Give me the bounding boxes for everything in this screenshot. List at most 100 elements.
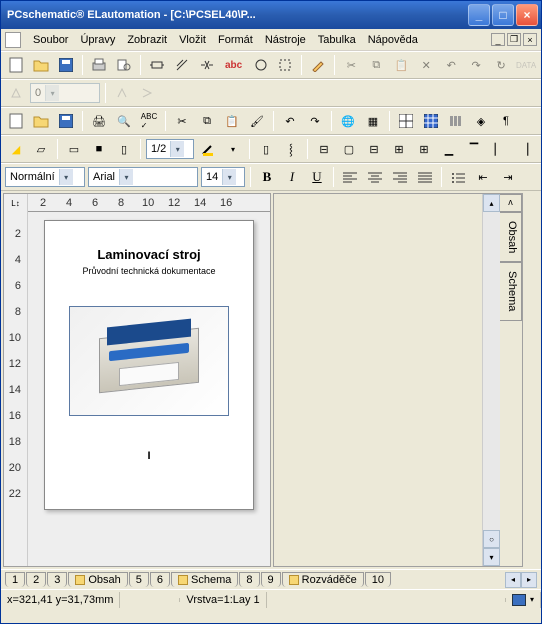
page-tab-3[interactable]: 3 [47, 572, 67, 587]
page-icon[interactable]: ▦ [362, 110, 384, 132]
scroll-circle-icon[interactable]: ○ [483, 530, 500, 548]
page-tab-8[interactable]: 8 [239, 572, 259, 587]
status-dd-icon[interactable]: ▾ [530, 595, 534, 604]
menu-soubor[interactable]: Soubor [27, 32, 74, 48]
outdent-icon[interactable]: ⇤ [472, 166, 494, 188]
scroll-track[interactable] [483, 212, 500, 530]
h-ruler[interactable]: 2 4 6 8 10 12 14 16 [28, 194, 270, 211]
new-file-icon[interactable] [5, 54, 27, 76]
brush-icon[interactable]: 🖌 [246, 110, 268, 132]
hscroll-left-icon[interactable]: ◂ [505, 572, 521, 588]
page-tab-9[interactable]: 9 [261, 572, 281, 587]
text-abc-icon[interactable]: abc [221, 54, 247, 76]
justify-icon[interactable] [414, 166, 436, 188]
highlight-icon[interactable]: ◢ [5, 138, 27, 160]
grid-icon[interactable] [420, 110, 442, 132]
border-h-icon[interactable]: ⊟ [363, 138, 385, 160]
system-menu-icon[interactable] [5, 32, 21, 48]
menu-zobrazit[interactable]: Zobrazit [121, 32, 173, 48]
right-canvas[interactable] [274, 194, 482, 566]
bullet-list-icon[interactable] [447, 166, 469, 188]
redo3-icon[interactable]: ↷ [304, 110, 326, 132]
window-close-button[interactable]: × [516, 4, 538, 26]
border-none-icon[interactable]: ⊟ [313, 138, 335, 160]
drawing-icon[interactable]: ◈ [470, 110, 492, 132]
rect-select-icon[interactable] [275, 54, 297, 76]
window-maximize-button[interactable]: □ [492, 4, 514, 26]
pen-dd-icon[interactable]: ▾ [222, 138, 244, 160]
columns-icon[interactable] [445, 110, 467, 132]
border-out-icon[interactable]: ▢ [338, 138, 360, 160]
menu-format[interactable]: Formát [212, 32, 259, 48]
vtab-obsah[interactable]: Obsah [500, 212, 522, 262]
hscroll-right-icon[interactable]: ▸ [521, 572, 537, 588]
page-tab-obsah[interactable]: Obsah [68, 572, 127, 587]
underline-button[interactable]: U [306, 166, 328, 188]
scale-combo[interactable]: 1/2 ▾ [146, 139, 194, 159]
dropdown-icon[interactable]: ▾ [170, 141, 184, 157]
menu-napoveda[interactable]: Nápověda [362, 32, 424, 48]
mdi-restore-button[interactable]: ❐ [507, 33, 521, 46]
open2-icon[interactable] [30, 110, 52, 132]
doc-image[interactable] [69, 306, 229, 416]
spellcheck-icon[interactable]: ABC✓ [138, 110, 160, 132]
right-scrollbar[interactable]: ▴ ○ ▾ [482, 194, 500, 566]
new2-icon[interactable] [5, 110, 27, 132]
v-ruler[interactable]: 2 4 6 8 10 12 14 16 18 20 22 [4, 212, 28, 566]
border-b-icon[interactable]: ▁ [438, 138, 460, 160]
undo2-icon[interactable]: ↶ [279, 110, 301, 132]
connection-icon[interactable] [196, 54, 218, 76]
print2-icon[interactable]: 🖨 [88, 110, 110, 132]
save2-icon[interactable] [55, 110, 77, 132]
align-center-icon[interactable] [364, 166, 386, 188]
menu-vlozit[interactable]: Vložit [173, 32, 212, 48]
italic-button[interactable]: I [281, 166, 303, 188]
print-icon[interactable] [88, 54, 110, 76]
solidrect-icon[interactable]: ■ [88, 138, 110, 160]
size-combo[interactable]: 14 ▾ [201, 167, 245, 187]
page-tab-10[interactable]: 10 [365, 572, 391, 587]
window-minimize-button[interactable]: _ [468, 4, 490, 26]
mdi-minimize-button[interactable]: _ [491, 33, 505, 46]
open-file-icon[interactable] [30, 54, 52, 76]
style-combo[interactable]: Normální ▾ [5, 167, 85, 187]
cut2-icon[interactable]: ✂ [171, 110, 193, 132]
scroll-up-icon[interactable]: ▴ [483, 194, 500, 212]
align-left-icon[interactable] [339, 166, 361, 188]
doc-icon[interactable]: ▯ [255, 138, 277, 160]
page-tab-1[interactable]: 1 [5, 572, 25, 587]
border-l-icon[interactable]: ▏ [488, 138, 510, 160]
menu-upravy[interactable]: Úpravy [74, 32, 121, 48]
scroll-down-icon[interactable]: ▾ [483, 548, 500, 566]
pencil-icon[interactable] [307, 54, 329, 76]
pagebreak-icon[interactable]: ⸾ [280, 138, 302, 160]
table-icon[interactable] [395, 110, 417, 132]
page-canvas[interactable]: Laminovací stroj Průvodní technická doku… [28, 212, 270, 566]
save-icon[interactable] [55, 54, 77, 76]
page-tab-2[interactable]: 2 [26, 572, 46, 587]
preview2-icon[interactable]: 🔍 [113, 110, 135, 132]
rects-icon[interactable]: ▯ [113, 138, 135, 160]
font-combo[interactable]: Arial ▾ [88, 167, 198, 187]
copy2-icon[interactable]: ⧉ [196, 110, 218, 132]
globe-icon[interactable]: 🌐 [337, 110, 359, 132]
component-icon[interactable] [146, 54, 168, 76]
eraser-icon[interactable]: ▱ [30, 138, 52, 160]
border-all-icon[interactable]: ⊞ [413, 138, 435, 160]
paste2-icon[interactable]: 📋 [221, 110, 243, 132]
bold-button[interactable]: B [256, 166, 278, 188]
dropdown-icon[interactable]: ▾ [119, 169, 133, 185]
page-tab-schema[interactable]: Schema [171, 572, 238, 587]
line-icon[interactable] [171, 54, 193, 76]
pen-color-icon[interactable] [197, 138, 219, 160]
indent-icon[interactable]: ⇥ [497, 166, 519, 188]
align-right-icon[interactable] [389, 166, 411, 188]
print-preview-icon[interactable] [113, 54, 135, 76]
border-v-icon[interactable]: ⊞ [388, 138, 410, 160]
dropdown-icon[interactable]: ▾ [59, 169, 73, 185]
mdi-close-button[interactable]: × [523, 33, 537, 46]
paragraph-icon[interactable]: ¶ [495, 110, 517, 132]
menu-tabulka[interactable]: Tabulka [312, 32, 362, 48]
rect-icon[interactable]: ▭ [63, 138, 85, 160]
page-tab-6[interactable]: 6 [150, 572, 170, 587]
